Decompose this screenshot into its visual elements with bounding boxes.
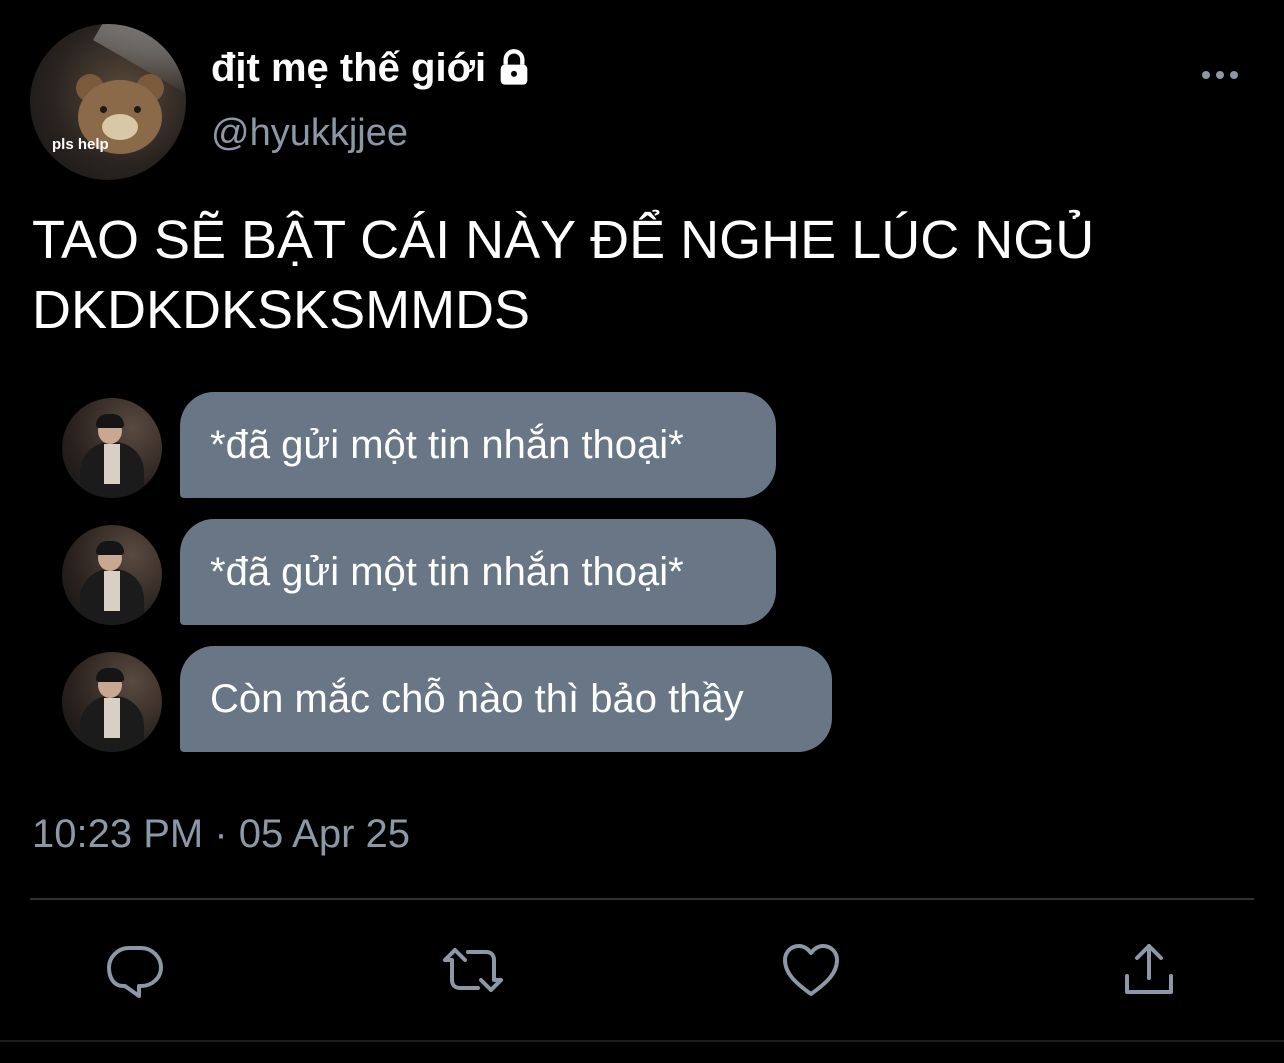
sender-avatar [62, 398, 162, 498]
display-name-row: địt mẹ thế giới [211, 40, 534, 96]
author-display-name[interactable]: địt mẹ thế giới [211, 46, 486, 91]
figure-hair [96, 541, 124, 555]
figure-shirt [104, 444, 120, 484]
chat-bubble: *đã gửi một tin nhắn thoại* [180, 392, 776, 498]
tweet-text: TAO SẼ BẬT CÁI NÀY ĐỂ NGHE LÚC NGỦ DKDKD… [32, 210, 1095, 340]
retweet-icon[interactable] [441, 938, 505, 1002]
figure-shirt [104, 698, 120, 738]
chat-bubble: Còn mắc chỗ nào thì bảo thầy [180, 646, 832, 752]
heart-icon[interactable] [779, 938, 843, 1002]
avatar-caption: pls help [52, 136, 109, 153]
author-handle[interactable]: @hyukkjjee [211, 112, 408, 155]
chat-bubble: *đã gửi một tin nhắn thoại* [180, 519, 776, 625]
lock-icon [494, 48, 534, 88]
divider [30, 898, 1254, 900]
share-icon[interactable] [1117, 938, 1181, 1002]
figure-hair [96, 414, 124, 428]
figure-shirt [104, 571, 120, 611]
bear-eye-right [134, 106, 141, 113]
sender-avatar [62, 652, 162, 752]
figure-hair [96, 668, 124, 682]
sender-avatar [62, 525, 162, 625]
bottom-divider [0, 1040, 1284, 1042]
reply-icon[interactable] [103, 938, 167, 1002]
author-avatar[interactable]: pls help [30, 24, 186, 180]
more-horizontal-icon[interactable] [1198, 60, 1242, 90]
tweet-actions [0, 938, 1284, 1008]
bear-eye-left [100, 106, 107, 113]
tweet-timestamp[interactable]: 10:23 PM · 05 Apr 25 [32, 812, 410, 857]
